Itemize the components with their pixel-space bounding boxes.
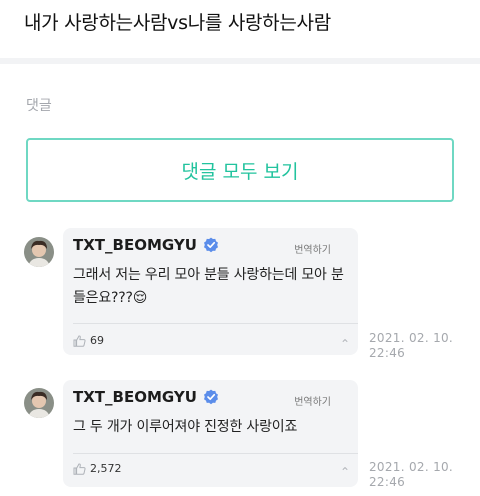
- author-name[interactable]: TXT_BEOMGYU: [73, 388, 197, 406]
- comment-item: TXT_BEOMGYU 번역하기 그 두 개가 이루어져야 진정한 사랑이죠 2…: [0, 380, 480, 492]
- comment-timestamp: 2021. 02. 10. 22:46: [369, 460, 469, 490]
- comment-timestamp: 2021. 02. 10. 22:46: [369, 331, 469, 361]
- translate-button[interactable]: 번역하기: [294, 393, 331, 408]
- thumbs-up-icon: [73, 334, 86, 347]
- post-title: 내가 사랑하는사람vs나를 사랑하는사람: [24, 12, 331, 34]
- like-count: 69: [90, 334, 104, 347]
- comment-author[interactable]: TXT_BEOMGYU: [73, 388, 219, 406]
- comment-date: 2021. 02. 10.: [369, 460, 454, 474]
- comment-author[interactable]: TXT_BEOMGYU: [73, 236, 219, 254]
- avatar[interactable]: [24, 388, 54, 418]
- comment-time: 22:46: [369, 346, 406, 360]
- comment-time: 22:46: [369, 475, 406, 489]
- section-divider: [0, 58, 480, 64]
- author-name[interactable]: TXT_BEOMGYU: [73, 236, 197, 254]
- comment-divider: [73, 453, 358, 454]
- translate-button[interactable]: 번역하기: [294, 241, 331, 256]
- comment-bubble: TXT_BEOMGYU 번역하기 그래서 저는 우리 모아 분들 사랑하는데 모…: [63, 228, 358, 355]
- comment-bubble: TXT_BEOMGYU 번역하기 그 두 개가 이루어져야 진정한 사랑이죠 2…: [63, 380, 358, 487]
- comment-divider: [73, 323, 358, 324]
- like-count: 2,572: [90, 462, 122, 475]
- comment-date: 2021. 02. 10.: [369, 331, 454, 345]
- view-all-comments-button[interactable]: 댓글 모두 보기: [26, 138, 454, 202]
- like-button[interactable]: 2,572: [73, 462, 122, 475]
- like-button[interactable]: 69: [73, 334, 104, 347]
- comments-label: 댓글: [26, 98, 52, 114]
- verified-badge-icon: [203, 389, 219, 405]
- chevron-up-icon[interactable]: ⌃: [340, 466, 350, 478]
- chevron-up-icon[interactable]: ⌃: [340, 338, 350, 350]
- avatar[interactable]: [24, 237, 54, 267]
- comment-item: TXT_BEOMGYU 번역하기 그래서 저는 우리 모아 분들 사랑하는데 모…: [0, 228, 480, 368]
- thumbs-up-icon: [73, 462, 86, 475]
- comment-text: 그래서 저는 우리 모아 분들 사랑하는데 모아 분들은요???😌: [73, 267, 344, 306]
- verified-badge-icon: [203, 237, 219, 253]
- comment-text: 그 두 개가 이루어져야 진정한 사랑이죠: [73, 419, 298, 435]
